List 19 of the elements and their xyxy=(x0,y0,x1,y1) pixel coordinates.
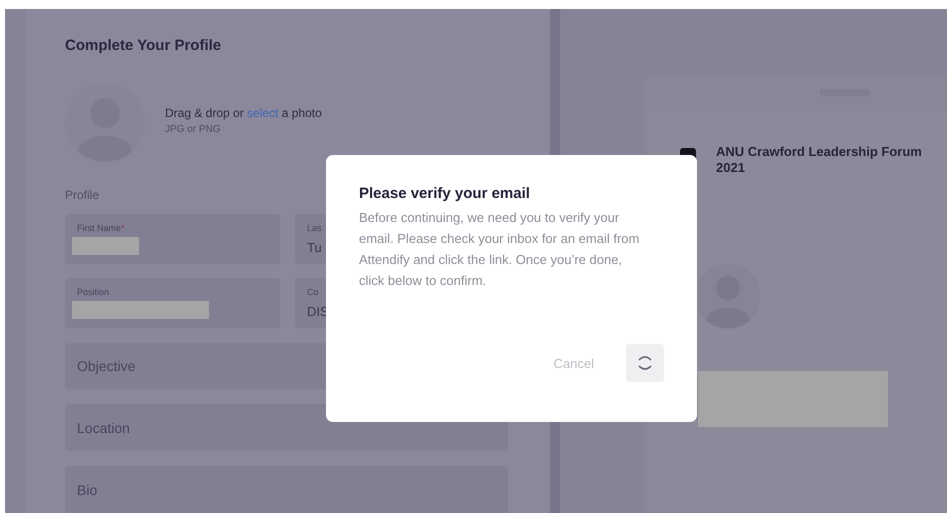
upload-hint: JPG or PNG xyxy=(165,124,222,135)
spinner-icon xyxy=(637,354,653,372)
page-title: Complete Your Profile xyxy=(65,37,222,56)
dialog-title: Please verify your email xyxy=(359,185,531,202)
select-link[interactable]: select xyxy=(247,106,278,120)
field-label: First Name* xyxy=(77,222,125,233)
field-label: Position xyxy=(77,286,110,297)
text-field[interactable]: Position xyxy=(65,278,280,328)
event-title: ANU Crawford Leadership Forum 2021 xyxy=(716,144,923,176)
loading-button[interactable] xyxy=(626,344,664,382)
text-field[interactable]: Bio xyxy=(65,466,508,513)
field-label: Las xyxy=(307,222,322,233)
section-label: Profile xyxy=(65,188,100,202)
field-value: Tu xyxy=(307,240,322,255)
cancel-button[interactable]: Cancel xyxy=(552,352,596,374)
upload-instructions: Drag & drop or select a photo xyxy=(165,106,322,120)
text-field[interactable]: First Name* xyxy=(65,214,280,264)
dialog-message: Before continuing, we need you to verify your email. Please check your inbox for an email from Attendify and click the link. Once you’re done, click below to confirm. xyxy=(359,209,640,290)
field-label: Co xyxy=(307,286,319,297)
